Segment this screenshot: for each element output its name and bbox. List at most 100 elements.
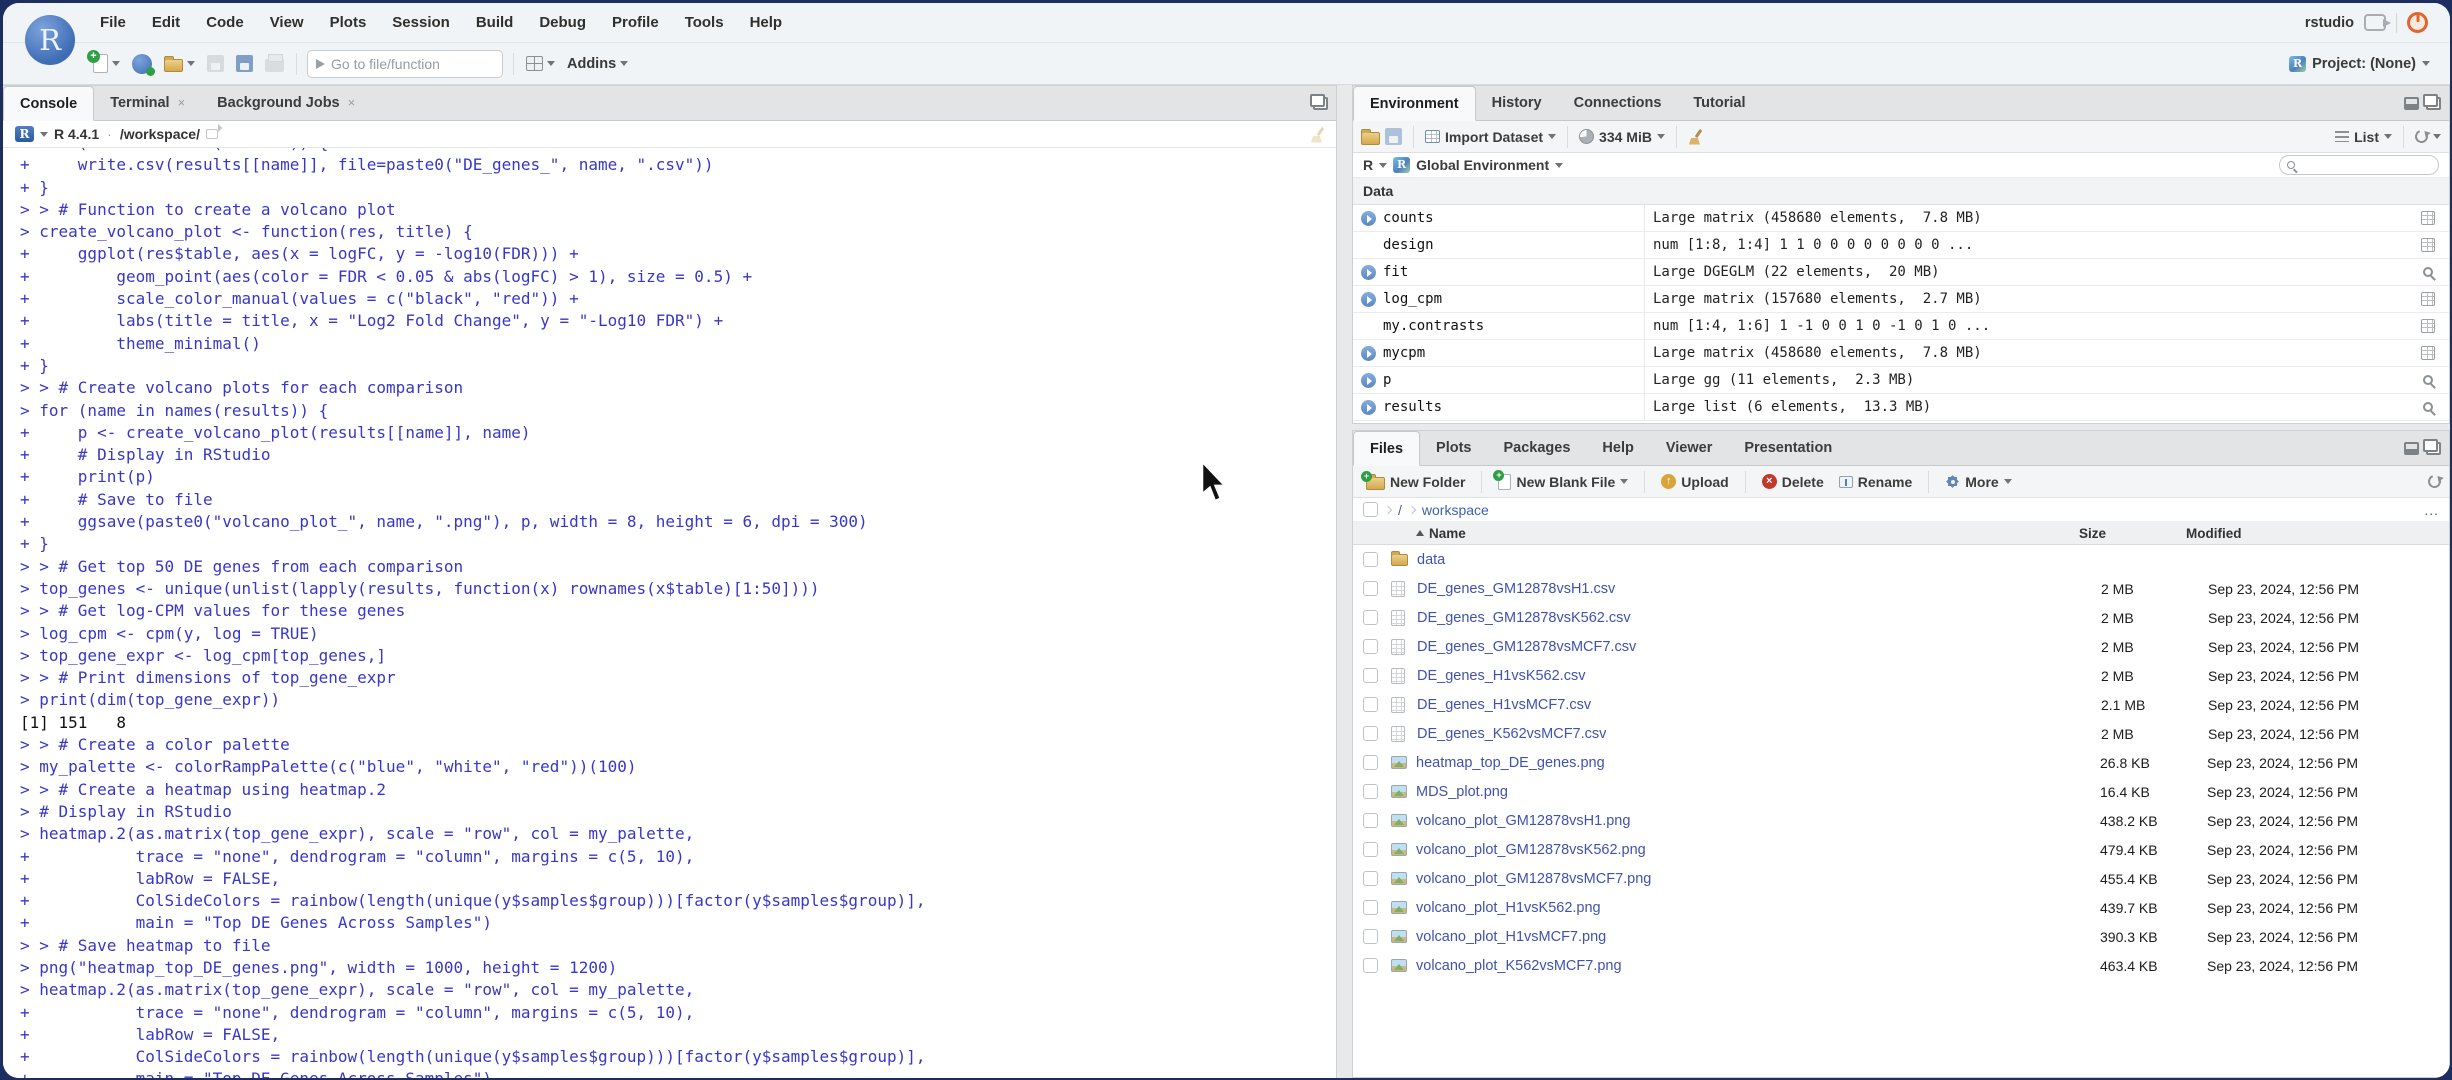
file-name-link[interactable]: volcano_plot_GM12878vsH1.png <box>1416 813 2100 829</box>
environment-selector[interactable]: Global Environment <box>1416 157 1549 173</box>
console-tab[interactable]: Console <box>3 86 95 121</box>
breadcrumb-root[interactable]: / <box>1398 502 1402 518</box>
view-table-icon[interactable] <box>2421 238 2435 252</box>
workspace-panes-button[interactable] <box>520 49 561 79</box>
environment-object-row[interactable]: mycpm Large matrix (458680 elements, 7.8… <box>1353 340 2449 367</box>
environment-search-input[interactable] <box>2300 158 2450 172</box>
file-checkbox[interactable] <box>1363 668 1378 683</box>
file-checkbox[interactable] <box>1363 813 1378 828</box>
files-tab[interactable]: Files <box>1353 431 1421 466</box>
column-size[interactable]: Size <box>2079 526 2186 541</box>
file-checkbox[interactable] <box>1363 900 1378 915</box>
import-dataset-button[interactable]: Import Dataset <box>1445 129 1543 145</box>
file-row[interactable]: volcano_plot_H1vsMCF7.png 390.3 KB Sep 2… <box>1353 922 2449 951</box>
file-name-link[interactable]: volcano_plot_H1vsMCF7.png <box>1416 929 2100 945</box>
environment-object-row[interactable]: log_cpm Large matrix (157680 elements, 2… <box>1353 286 2449 313</box>
expand-icon[interactable] <box>1361 210 1376 226</box>
sign-out-icon[interactable] <box>2364 14 2391 31</box>
console-output[interactable]: > for (name in names(results)) {+ write.… <box>3 148 1336 1078</box>
menu-item[interactable]: Tools <box>672 14 737 31</box>
file-checkbox[interactable] <box>1363 871 1378 886</box>
maximize-icon[interactable] <box>2423 94 2441 110</box>
file-row[interactable]: DE_genes_GM12878vsH1.csv 2 MB Sep 23, 20… <box>1353 574 2449 603</box>
refresh-icon[interactable] <box>2425 472 2444 491</box>
column-name[interactable]: Name <box>1353 526 2079 541</box>
files-tab[interactable]: Plots <box>1420 430 1487 465</box>
new-folder-button[interactable]: + New Folder <box>1361 470 1470 490</box>
expand-icon[interactable] <box>1361 264 1376 280</box>
file-row[interactable]: data <box>1353 545 2449 574</box>
new-project-button[interactable] <box>126 49 158 79</box>
breadcrumb-current[interactable]: workspace <box>1422 502 1489 518</box>
file-checkbox[interactable] <box>1363 610 1378 625</box>
refresh-icon[interactable] <box>2412 127 2431 146</box>
file-name-link[interactable]: DE_genes_H1vsK562.csv <box>1417 668 2101 684</box>
save-workspace-icon[interactable] <box>1385 128 1402 145</box>
file-row[interactable]: volcano_plot_H1vsK562.png 439.7 KB Sep 2… <box>1353 893 2449 922</box>
environment-object-row[interactable]: counts Large matrix (458680 elements, 7.… <box>1353 205 2449 232</box>
maximize-icon[interactable] <box>2423 439 2441 455</box>
close-icon[interactable] <box>348 95 356 110</box>
file-name-link[interactable]: data <box>1417 552 2101 568</box>
minimize-icon[interactable] <box>2404 97 2419 110</box>
files-tab[interactable]: Packages <box>1488 430 1587 465</box>
environment-tab[interactable]: Environment <box>1353 86 1476 121</box>
file-name-link[interactable]: volcano_plot_GM12878vsMCF7.png <box>1416 871 2100 887</box>
file-checkbox[interactable] <box>1363 929 1378 944</box>
files-tab[interactable]: Viewer <box>1650 430 1729 465</box>
inspect-icon[interactable] <box>2423 267 2433 277</box>
file-row[interactable]: volcano_plot_GM12878vsMCF7.png 455.4 KB … <box>1353 864 2449 893</box>
popout-icon[interactable] <box>205 129 218 139</box>
environment-object-row[interactable]: p Large gg (11 elements, 2.3 MB) <box>1353 367 2449 394</box>
file-name-link[interactable]: MDS_plot.png <box>1416 784 2100 800</box>
file-name-link[interactable]: DE_genes_GM12878vsMCF7.csv <box>1417 639 2101 655</box>
environment-object-row[interactable]: my.contrasts num [1:4, 1:6] 1 -1 0 0 1 0… <box>1353 313 2449 340</box>
upload-button[interactable]: ↑ Upload <box>1656 474 1733 490</box>
new-file-button[interactable]: + <box>87 49 126 79</box>
expand-icon[interactable] <box>1361 291 1376 307</box>
menu-item[interactable]: Build <box>463 14 527 31</box>
file-name-link[interactable]: volcano_plot_H1vsK562.png <box>1416 900 2100 916</box>
select-all-checkbox[interactable] <box>1363 502 1378 517</box>
file-checkbox[interactable] <box>1363 639 1378 654</box>
menu-item[interactable]: Edit <box>139 14 193 31</box>
delete-button[interactable]: × Delete <box>1757 474 1829 490</box>
files-tab[interactable]: Presentation <box>1728 430 1848 465</box>
file-row[interactable]: volcano_plot_GM12878vsH1.png 438.2 KB Se… <box>1353 806 2449 835</box>
file-name-link[interactable]: heatmap_top_DE_genes.png <box>1416 755 2100 771</box>
file-checkbox[interactable] <box>1363 958 1378 973</box>
language-selector[interactable]: R <box>1363 157 1373 173</box>
project-menu[interactable]: R Project: (None) <box>2289 55 2430 72</box>
file-name-link[interactable]: DE_genes_GM12878vsH1.csv <box>1417 581 2101 597</box>
file-name-link[interactable]: volcano_plot_K562vsMCF7.png <box>1416 958 2100 974</box>
menu-item[interactable]: Debug <box>526 14 599 31</box>
menu-item[interactable]: Plots <box>317 14 380 31</box>
power-icon[interactable] <box>2407 12 2428 33</box>
file-row[interactable]: DE_genes_GM12878vsMCF7.csv 2 MB Sep 23, … <box>1353 632 2449 661</box>
view-table-icon[interactable] <box>2421 211 2435 225</box>
file-name-link[interactable]: volcano_plot_GM12878vsK562.png <box>1416 842 2100 858</box>
open-file-button[interactable] <box>158 49 201 79</box>
save-button[interactable] <box>201 49 230 79</box>
environment-tab[interactable]: History <box>1476 85 1558 120</box>
print-button[interactable] <box>259 49 290 79</box>
menu-item[interactable]: File <box>87 14 139 31</box>
expand-icon[interactable] <box>1361 372 1376 388</box>
menu-item[interactable]: Code <box>193 14 257 31</box>
save-all-button[interactable] <box>230 49 259 79</box>
maximize-icon[interactable] <box>1310 94 1328 110</box>
minimize-icon[interactable] <box>2404 442 2419 455</box>
more-button[interactable]: More <box>1940 474 2016 490</box>
environment-object-row[interactable]: design num [1:8, 1:4] 1 1 0 0 0 0 0 0 0 … <box>1353 232 2449 259</box>
file-row[interactable]: volcano_plot_GM12878vsK562.png 479.4 KB … <box>1353 835 2449 864</box>
goto-file-input[interactable] <box>331 55 512 72</box>
addins-button[interactable]: Addins <box>561 49 634 79</box>
file-checkbox[interactable] <box>1363 842 1378 857</box>
menu-item[interactable]: Session <box>379 14 463 31</box>
menu-item[interactable]: View <box>257 14 317 31</box>
clear-console-icon[interactable] <box>1310 127 1326 143</box>
file-name-link[interactable]: DE_genes_GM12878vsK562.csv <box>1417 610 2101 626</box>
files-tab[interactable]: Help <box>1586 430 1649 465</box>
menu-item[interactable]: Help <box>737 14 796 31</box>
environment-object-row[interactable]: results Large list (6 elements, 13.3 MB) <box>1353 394 2449 421</box>
